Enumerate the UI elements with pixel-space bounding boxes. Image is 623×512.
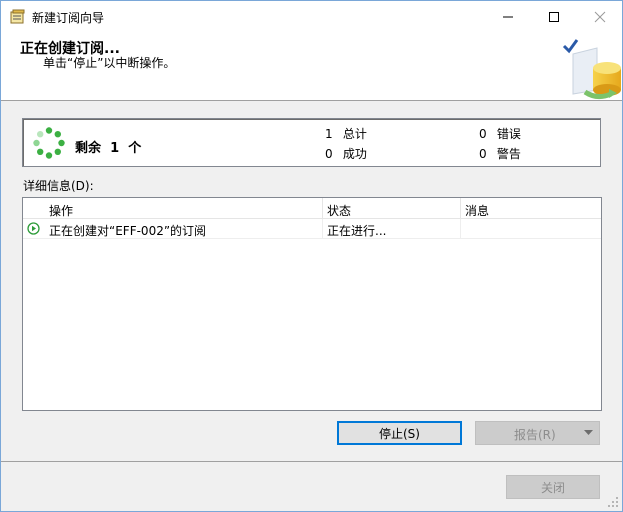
- maximize-icon: [549, 11, 559, 22]
- row-action: 正在创建对“EFF-002”的订阅: [49, 224, 207, 238]
- window-title: 新建订阅向导: [32, 11, 105, 25]
- row-status: 正在进行...: [327, 224, 387, 238]
- column-header-action[interactable]: 操作: [49, 202, 73, 219]
- cell-divider: [322, 219, 323, 238]
- success-stat: 0 成功: [325, 145, 367, 162]
- minimize-button[interactable]: [485, 1, 531, 32]
- error-stat: 0 错误: [479, 125, 521, 142]
- warning-stat: 0 警告: [479, 145, 521, 162]
- details-header-row: 操作 状态 消息: [23, 198, 601, 219]
- warning-count: 0: [479, 147, 487, 161]
- stop-button[interactable]: 停止(S): [337, 421, 462, 445]
- remaining-count: 剩余 1 个: [75, 137, 141, 156]
- report-button[interactable]: 报告(R): [475, 421, 600, 445]
- column-divider[interactable]: [322, 198, 323, 218]
- minimize-icon: [503, 16, 513, 17]
- total-stat: 1 总计: [325, 125, 367, 142]
- footer-divider: [1, 461, 622, 462]
- total-label: 总计: [342, 127, 367, 141]
- close-window-button[interactable]: [577, 1, 622, 32]
- column-header-status[interactable]: 状态: [327, 202, 351, 219]
- cell-divider: [460, 219, 461, 238]
- app-icon: [10, 9, 25, 24]
- column-header-message[interactable]: 消息: [465, 202, 489, 219]
- wizard-header: 正在创建订阅... 单击“停止”以中断操作。: [1, 32, 622, 101]
- page-subtitle: 单击“停止”以中断操作。: [43, 56, 176, 70]
- progress-spinner-icon: [33, 127, 65, 159]
- remaining-unit: 个: [128, 141, 142, 156]
- dropdown-arrow-icon: [584, 430, 593, 435]
- details-label: 详细信息(D):: [23, 179, 94, 193]
- success-count: 0: [325, 147, 333, 161]
- close-icon: [594, 11, 606, 22]
- maximize-button[interactable]: [531, 1, 577, 32]
- table-row[interactable]: 正在创建对“EFF-002”的订阅 正在进行...: [23, 219, 601, 239]
- stop-button-label: 停止(S): [379, 426, 420, 441]
- warning-label: 警告: [496, 147, 521, 161]
- close-button-label: 关闭: [540, 480, 565, 495]
- resize-grip-icon[interactable]: [606, 495, 620, 509]
- progress-summary: 剩余 1 个 1 总计 0 成功 0 错误 0 警告: [22, 118, 601, 167]
- subscription-wizard-graphic-icon: [562, 39, 621, 100]
- close-button[interactable]: 关闭: [506, 475, 600, 499]
- report-button-label: 报告(R): [514, 428, 556, 442]
- error-count: 0: [479, 127, 487, 141]
- success-label: 成功: [342, 147, 367, 161]
- title-bar[interactable]: 新建订阅向导: [1, 1, 622, 32]
- remaining-number: 1: [110, 141, 120, 156]
- total-count: 1: [325, 127, 333, 141]
- wizard-window: 新建订阅向导 正在创建订阅... 单击“停止”以中断操作。 剩余 1 个 1 总…: [0, 0, 623, 512]
- error-label: 错误: [496, 127, 521, 141]
- in-progress-icon: [27, 222, 40, 235]
- remaining-label: 剩余: [75, 141, 102, 156]
- column-divider[interactable]: [460, 198, 461, 218]
- details-list[interactable]: 操作 状态 消息 正在创建对“EFF-002”的订阅 正在进行...: [22, 197, 602, 411]
